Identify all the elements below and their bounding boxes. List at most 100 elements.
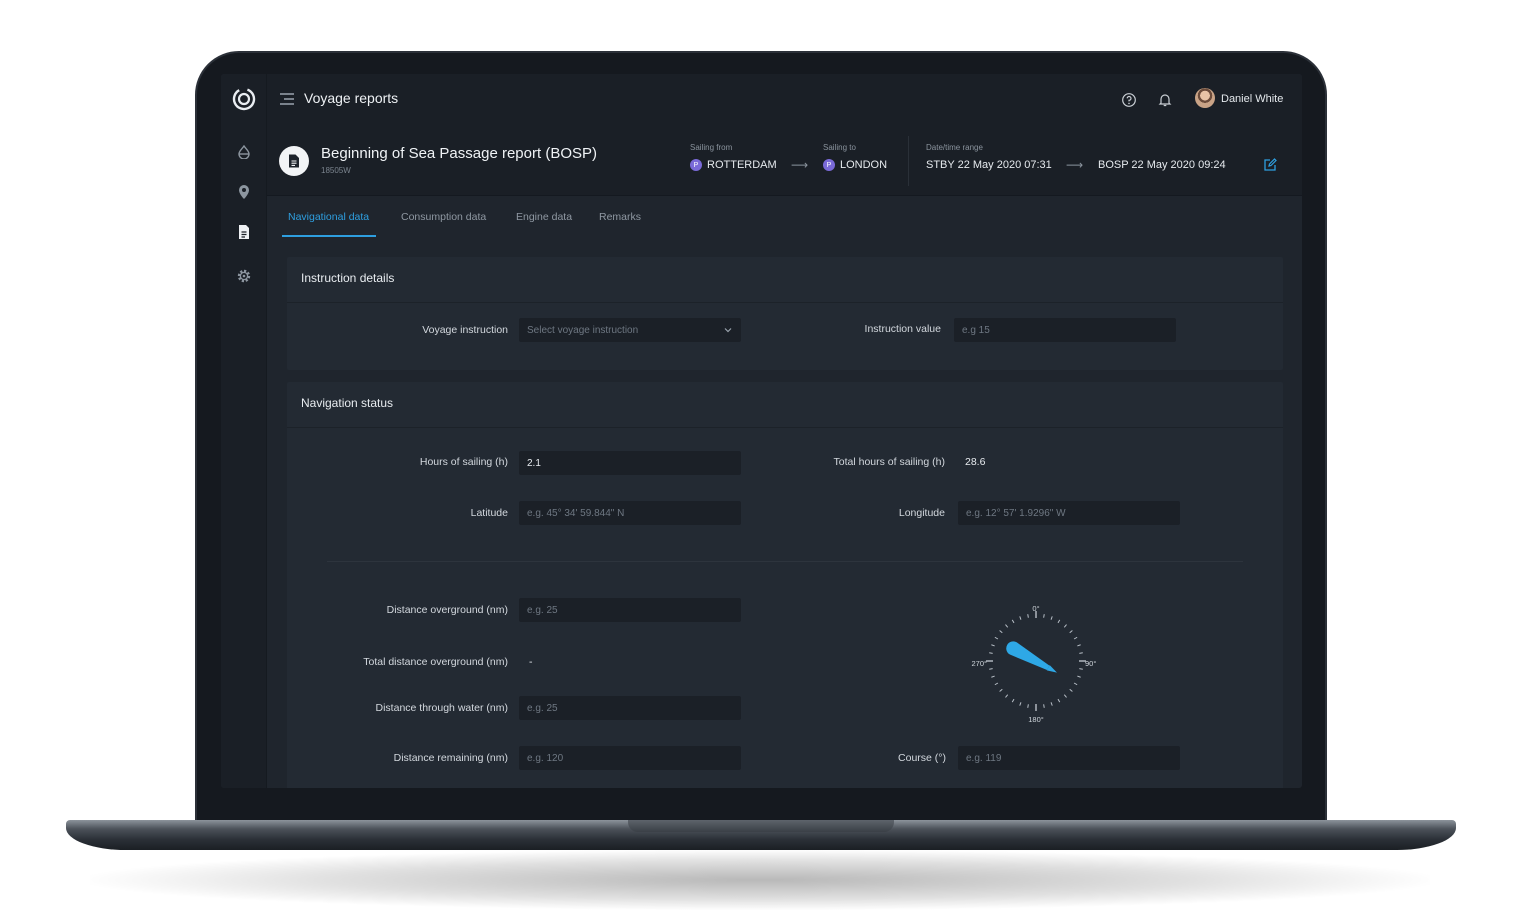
- voyage-instruction-select[interactable]: Select voyage instruction: [519, 318, 741, 342]
- compass-tick: [989, 652, 993, 654]
- compass-label-south: 180°: [1028, 715, 1044, 724]
- location-pin-icon: [239, 185, 249, 199]
- port-badge: P: [690, 159, 702, 171]
- sailing-to-port: LONDON: [840, 159, 888, 171]
- top-bar: Voyage reports Daniel White: [267, 74, 1302, 126]
- sidebar-item-fuel[interactable]: [233, 141, 255, 163]
- compass-tick: [1011, 698, 1015, 703]
- compass-tick: [1005, 694, 1009, 698]
- compass-tick: [994, 682, 999, 686]
- menu-icon[interactable]: [279, 92, 295, 106]
- course-compass[interactable]: 0° 90° 180° 270°: [961, 598, 1111, 738]
- tab-engine-data[interactable]: Engine data: [516, 211, 572, 223]
- sidebar-rail: [221, 74, 267, 788]
- compass-tick: [1027, 704, 1029, 708]
- sidebar-item-settings[interactable]: [233, 265, 255, 287]
- compass-tick: [1011, 619, 1015, 624]
- edit-icon[interactable]: [1263, 158, 1277, 172]
- distance-remaining-label: Distance remaining (nm): [393, 752, 508, 764]
- distance-remaining-input[interactable]: e.g. 120: [519, 746, 741, 770]
- instruction-details-card: Instruction details Voyage instruction S…: [287, 257, 1283, 370]
- navigation-status-title: Navigation status: [301, 396, 394, 410]
- tab-bar: Navigational data Consumption data Engin…: [267, 196, 1302, 238]
- total-distance-overground-label: Total distance overground (nm): [363, 656, 508, 668]
- distance-through-water-input[interactable]: e.g. 25: [519, 696, 741, 720]
- compass-tick: [1019, 702, 1022, 706]
- course-label: Course (°): [898, 752, 946, 764]
- compass-tick: [999, 688, 1003, 692]
- sidebar-item-locations[interactable]: [233, 181, 255, 203]
- sidebar-item-reports[interactable]: [233, 221, 255, 243]
- latitude-input[interactable]: e.g. 45° 34' 59.844" N: [519, 501, 741, 525]
- longitude-label: Longitude: [898, 507, 945, 519]
- user-avatar[interactable]: [1195, 88, 1215, 108]
- compass-needle-body: [1006, 641, 1050, 670]
- app-logo-icon[interactable]: [231, 86, 257, 112]
- date-range-label: Date/time range: [926, 143, 983, 152]
- compass-tick: [1027, 614, 1029, 618]
- port-badge: P: [823, 159, 835, 171]
- compass-tick: [989, 668, 993, 670]
- compass-tick: [1019, 616, 1022, 620]
- report-code: 18505W: [321, 166, 351, 175]
- drop-icon: [238, 145, 250, 159]
- hours-of-sailing-input[interactable]: 2.1: [519, 451, 741, 475]
- compass-tick: [1005, 624, 1009, 628]
- compass-label-east: 90°: [1085, 659, 1096, 668]
- bell-icon[interactable]: [1157, 92, 1173, 108]
- total-distance-overground-value: -: [529, 656, 533, 668]
- course-input[interactable]: e.g. 119: [958, 746, 1180, 770]
- compass-tick: [1069, 630, 1073, 634]
- app-screen: Voyage reports Daniel White Beginning of…: [221, 74, 1302, 788]
- gear-icon: [237, 269, 251, 283]
- section-divider: [327, 561, 1243, 562]
- user-name[interactable]: Daniel White: [1221, 93, 1283, 105]
- report-header: Beginning of Sea Passage report (BOSP) 1…: [267, 126, 1302, 196]
- date-range-start: STBY 22 May 2020 07:31: [926, 159, 1052, 171]
- tab-remarks[interactable]: Remarks: [599, 211, 641, 223]
- instruction-value-label: Instruction value: [864, 323, 941, 335]
- compass-tick: [1069, 688, 1073, 692]
- route-arrow-icon: ⟶: [791, 158, 809, 172]
- compass-tick: [1063, 694, 1067, 698]
- tab-consumption-data[interactable]: Consumption data: [401, 211, 486, 223]
- date-arrow-icon: ⟶: [1066, 158, 1084, 172]
- compass-tick: [1063, 624, 1067, 628]
- compass-tick: [1073, 682, 1078, 686]
- compass-tick: [1077, 644, 1081, 647]
- distance-through-water-label: Distance through water (nm): [375, 702, 508, 714]
- tab-navigational-data[interactable]: Navigational data: [288, 211, 369, 223]
- chevron-down-icon: [724, 328, 732, 333]
- compass-tick: [1079, 668, 1083, 670]
- compass-tick: [994, 636, 999, 640]
- hours-of-sailing-label: Hours of sailing (h): [419, 456, 508, 468]
- instruction-value-input[interactable]: e.g 15: [954, 318, 1176, 342]
- laptop-notch: [628, 820, 894, 832]
- report-title: Beginning of Sea Passage report (BOSP): [321, 145, 597, 162]
- compass-tick: [1050, 702, 1053, 706]
- sailing-to-label: Sailing to: [823, 143, 856, 152]
- sailing-to-value: P LONDON: [823, 159, 887, 171]
- compass-tick: [1079, 652, 1083, 654]
- compass-label-north: 0°: [1032, 604, 1039, 613]
- card-divider: [287, 302, 1283, 303]
- header-divider: [908, 136, 909, 186]
- voyage-instruction-label: Voyage instruction: [422, 324, 508, 336]
- report-badge: [279, 146, 309, 176]
- total-hours-of-sailing-label: Total hours of sailing (h): [833, 456, 945, 468]
- distance-overground-label: Distance overground (nm): [386, 604, 508, 616]
- compass-tick: [1043, 704, 1045, 708]
- compass-tick: [1050, 616, 1053, 620]
- distance-overground-input[interactable]: e.g. 25: [519, 598, 741, 622]
- compass-tick: [1077, 675, 1081, 678]
- compass-tick: [1057, 698, 1061, 703]
- laptop-shadow: [90, 850, 1430, 910]
- sailing-from-port: ROTTERDAM: [707, 159, 777, 171]
- help-icon[interactable]: [1121, 92, 1137, 108]
- total-hours-of-sailing-value: 28.6: [965, 456, 986, 468]
- latitude-label: Latitude: [470, 507, 508, 519]
- active-tab-indicator: [282, 235, 376, 237]
- longitude-input[interactable]: e.g. 12° 57' 1.9296" W: [958, 501, 1180, 525]
- voyage-instruction-placeholder: Select voyage instruction: [527, 324, 639, 336]
- compass-tick: [999, 630, 1003, 634]
